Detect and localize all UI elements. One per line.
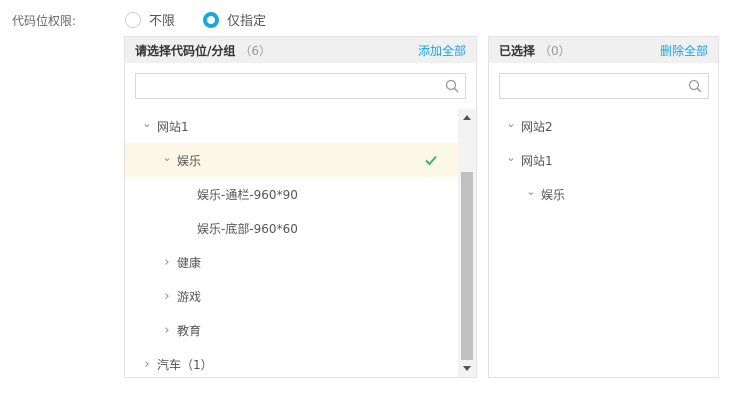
radio-specified-only-circle[interactable]	[203, 11, 220, 28]
selected-panel-title: 已选择	[499, 43, 536, 58]
available-panel: 请选择代码位/分组（6） 添加全部 网站1 娱乐 娱乐-通栏-960*90 娱乐…	[124, 36, 477, 378]
check-icon	[425, 155, 437, 166]
tree-item-label: 网站2	[521, 119, 553, 134]
available-panel-title-wrap: 请选择代码位/分组 （6）	[135, 42, 271, 59]
chevron-down-icon[interactable]	[141, 120, 153, 133]
chevron-down-icon[interactable]	[161, 154, 173, 167]
remove-all-link[interactable]: 删除全部	[660, 42, 708, 59]
available-tree-scrollbar[interactable]	[458, 109, 476, 377]
permission-label: 代码位权限:	[12, 14, 77, 28]
radio-unlimited-label: 不限	[149, 14, 176, 29]
tree-item-health[interactable]: 健康	[125, 245, 458, 279]
tree-item-entertainment[interactable]: 娱乐	[125, 143, 458, 177]
permission-radio-group: 不限 仅指定	[125, 10, 294, 29]
chevron-down-icon[interactable]	[505, 154, 517, 167]
chevron-down-icon[interactable]	[505, 120, 517, 133]
tree-item-ent-banner[interactable]: 娱乐-通栏-960*90	[125, 177, 458, 211]
selected-search-input[interactable]	[500, 74, 708, 98]
search-icon[interactable]	[445, 79, 459, 93]
tree-item-label: 网站1	[157, 119, 189, 134]
tree-item-label: 健康	[177, 255, 202, 270]
selected-panel: 已选择（0） 删除全部 网站2 网站1 娱乐	[488, 36, 719, 378]
tree-item-ent-bottom[interactable]: 娱乐-底部-960*60	[125, 211, 458, 245]
selected-panel-header: 已选择 （0） 删除全部	[489, 37, 718, 63]
available-panel-title: 请选择代码位/分组	[135, 43, 236, 58]
tree-item-label: 汽车（1）	[157, 357, 213, 372]
tree-item-games[interactable]: 游戏	[125, 279, 458, 313]
selected-tree: 网站2 网站1 娱乐	[489, 109, 718, 377]
available-tree: 网站1 娱乐 娱乐-通栏-960*90 娱乐-底部-960*60 健康 游戏 教…	[125, 109, 476, 377]
chevron-right-icon[interactable]	[161, 289, 173, 304]
radio-unlimited-circle[interactable]	[125, 11, 141, 28]
chevron-right-icon[interactable]	[161, 255, 173, 270]
search-icon[interactable]	[688, 79, 702, 93]
chevron-down-icon[interactable]	[525, 188, 537, 201]
tree-item-label: 娱乐	[541, 187, 566, 202]
available-search-box	[135, 73, 466, 99]
tree-item-label: 教育	[177, 323, 202, 338]
tree-item-label: 娱乐	[177, 153, 202, 168]
tree-item-education[interactable]: 教育	[125, 313, 458, 347]
available-panel-header: 请选择代码位/分组 （6） 添加全部	[125, 37, 476, 63]
add-all-link[interactable]: 添加全部	[418, 42, 466, 59]
selected-item-site1[interactable]: 网站1	[489, 143, 718, 177]
selected-item-entertainment[interactable]: 娱乐	[489, 177, 718, 211]
radio-unlimited[interactable]: 不限	[125, 10, 175, 29]
chevron-right-icon[interactable]	[161, 323, 173, 338]
available-search-input[interactable]	[136, 74, 465, 98]
selected-search-box	[499, 73, 709, 99]
scrollbar-thumb[interactable]	[461, 172, 473, 360]
tree-item-label: 娱乐-底部-960*60	[197, 221, 298, 236]
available-panel-count: （6）	[239, 43, 272, 58]
radio-specified-only[interactable]: 仅指定	[203, 10, 266, 29]
tree-item-label: 娱乐-通栏-960*90	[197, 187, 298, 202]
tree-item-label: 游戏	[177, 289, 202, 304]
scroll-down-arrow-icon[interactable]	[463, 366, 471, 371]
selected-panel-title-wrap: 已选择 （0）	[499, 42, 571, 59]
scroll-up-arrow-icon[interactable]	[463, 115, 471, 120]
selected-item-site2[interactable]: 网站2	[489, 109, 718, 143]
tree-item-label: 网站1	[521, 153, 553, 168]
tree-item-site1[interactable]: 网站1	[125, 109, 458, 143]
chevron-right-icon[interactable]	[141, 357, 153, 372]
selected-panel-count: （0）	[539, 43, 571, 58]
radio-specified-only-label: 仅指定	[227, 14, 267, 29]
tree-item-auto[interactable]: 汽车（1）	[125, 347, 458, 381]
